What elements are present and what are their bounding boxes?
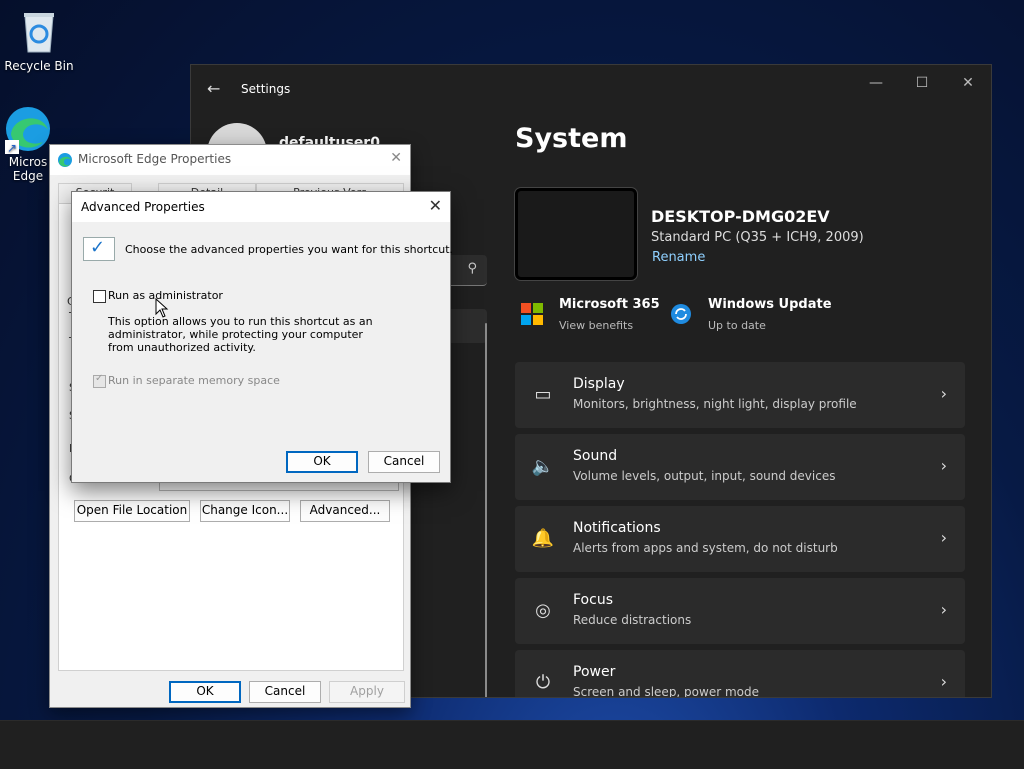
device-name: DESKTOP-DMG02EV [651,207,830,226]
separate-memory-label: Run in separate memory space [108,374,280,387]
run-as-admin-description: This option allows you to run this short… [108,315,373,354]
card-subtitle: Alerts from apps and system, do not dist… [573,541,838,555]
minimize-icon[interactable]: — [861,75,891,91]
card-title: Notifications [573,520,661,536]
chevron-right-icon: › [940,456,947,475]
chevron-right-icon: › [940,528,947,547]
update-icon [671,304,691,324]
card-subtitle: Screen and sleep, power mode [573,685,759,698]
page-title: System [515,123,628,154]
advanced-properties-dialog: Advanced Properties ✕ ✓ Choose the advan… [71,191,454,483]
card-title: Power [573,664,616,680]
desktop-icon-recycle-bin[interactable]: Recycle Bin [1,8,77,73]
cancel-button[interactable]: Cancel [249,681,321,703]
change-icon-button[interactable]: Change Icon... [200,500,290,522]
svg-text:↗: ↗ [7,141,17,154]
mouse-cursor-icon [155,298,169,318]
settings-card-notifications[interactable]: 🔔 Notifications Alerts from apps and sys… [515,506,965,572]
advanced-ok-button[interactable]: OK [286,451,358,473]
left-pane-scrollbar[interactable] [485,323,487,697]
power-icon: ⏻ [535,672,551,693]
advanced-properties-titlebar: Advanced Properties ✕ [72,192,450,222]
quick-tile-title: Windows Update [708,297,832,312]
card-title: Focus [573,592,613,608]
display-icon: ▭ [534,384,552,405]
edge-properties-titlebar: Microsoft Edge Properties ✕ [50,145,410,175]
quick-tile-microsoft-365[interactable]: Microsoft 365 View benefits [521,297,671,337]
settings-window-title: Settings [241,82,291,96]
edge-icon: ↗ [5,107,50,155]
speaker-icon: 🔈 [531,456,555,477]
chevron-right-icon: › [940,672,947,691]
edge-label-line1: Micros [8,155,48,169]
bell-icon: 🔔 [531,528,555,549]
advanced-properties-title: Advanced Properties [81,200,205,214]
quick-tile-subtitle: View benefits [559,319,634,332]
card-subtitle: Volume levels, output, input, sound devi… [573,469,836,483]
edge-properties-title: Microsoft Edge Properties [78,152,232,166]
card-title: Display [573,376,625,392]
settings-card-power[interactable]: ⏻ Power Screen and sleep, power mode › [515,650,965,698]
separate-memory-checkbox: ✓ [93,373,106,388]
close-icon[interactable]: ✕ [390,150,402,166]
desktop-icon-edge[interactable]: ↗ Micros Edge [0,104,56,183]
back-arrow-icon[interactable]: ← [207,79,220,98]
ok-button[interactable]: OK [169,681,241,703]
search-icon[interactable]: ⚲ [467,261,477,276]
quick-tile-windows-update[interactable]: Windows Update Up to date [670,297,832,337]
card-title: Sound [573,448,618,464]
chevron-right-icon: › [940,600,947,619]
recycle-bin-icon [24,13,54,53]
run-as-admin-checkbox[interactable] [93,290,106,303]
chevron-right-icon: › [940,384,947,403]
quick-tile-title: Microsoft 365 [559,297,660,312]
maximize-icon[interactable]: ☐ [907,75,937,91]
settings-titlebar: ← Settings — ☐ ✕ [191,65,991,113]
device-model: Standard PC (Q35 + ICH9, 2009) [651,230,864,245]
advanced-button[interactable]: Advanced... [300,500,390,522]
taskbar [0,720,1024,769]
microsoft-logo-icon [521,303,543,325]
settings-card-display[interactable]: ▭ Display Monitors, brightness, night li… [515,362,965,428]
edge-label-line2: Edge [12,169,44,183]
advanced-intro-text: Choose the advanced properties you want … [125,243,454,256]
card-subtitle: Reduce distractions [573,613,692,627]
open-file-location-button[interactable]: Open File Location [74,500,190,522]
close-icon[interactable]: ✕ [429,196,442,215]
settings-card-focus[interactable]: ◎ Focus Reduce distractions › [515,578,965,644]
card-subtitle: Monitors, brightness, night light, displ… [573,397,857,411]
edge-small-icon [58,153,72,167]
settings-card-sound[interactable]: 🔈 Sound Volume levels, output, input, so… [515,434,965,500]
recycle-bin-label: Recycle Bin [4,59,74,73]
rename-link[interactable]: Rename [652,250,705,265]
focus-icon: ◎ [535,600,551,621]
quick-tile-subtitle: Up to date [708,319,766,332]
device-thumbnail [515,188,637,280]
checkmark-icon: ✓ [83,237,115,261]
close-icon[interactable]: ✕ [953,75,983,91]
advanced-cancel-button[interactable]: Cancel [368,451,440,473]
apply-button: Apply [329,681,405,703]
